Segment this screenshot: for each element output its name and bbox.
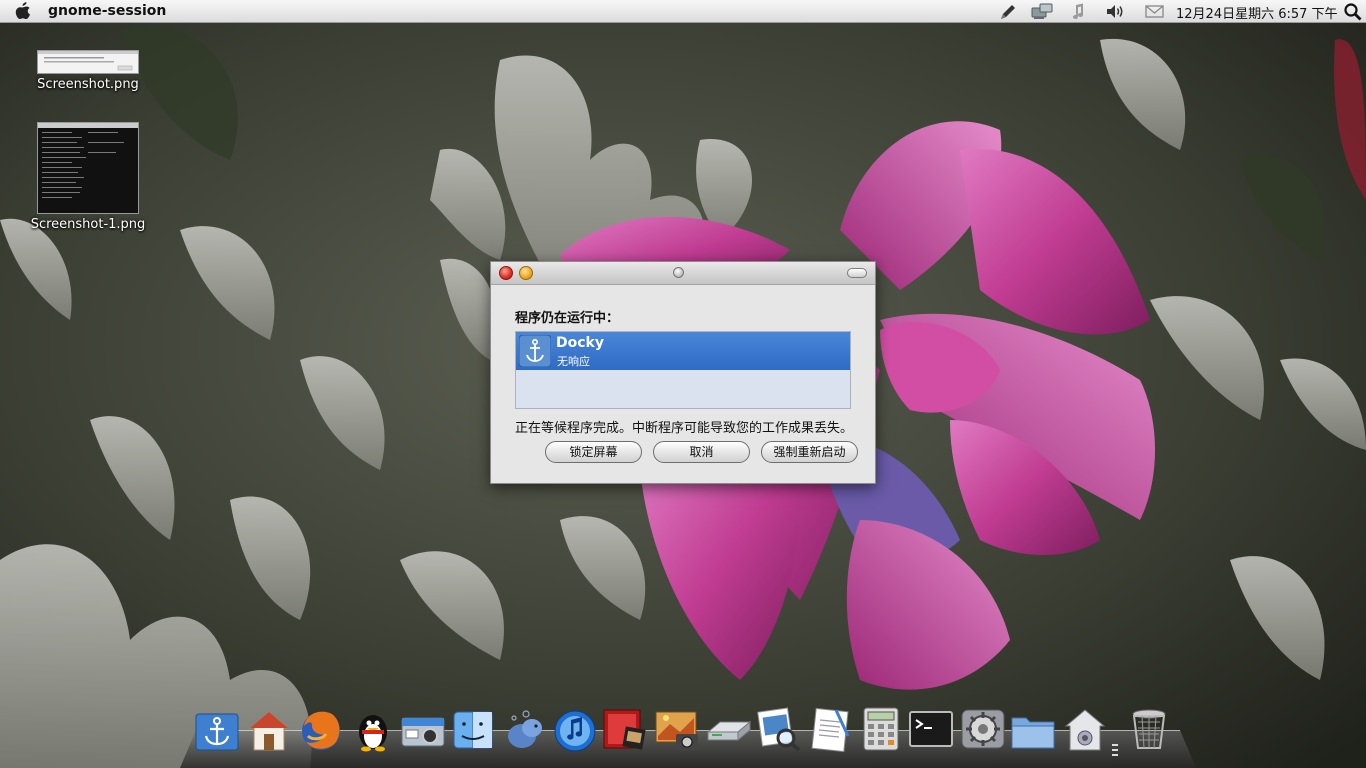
desktop-icon-screenshot-1[interactable]: Screenshot-1.png: [28, 122, 148, 232]
terminal-icon[interactable]: [908, 706, 954, 752]
force-restart-button[interactable]: 强制重新启动: [761, 441, 858, 463]
image-viewer-icon[interactable]: [654, 706, 700, 752]
active-app-title[interactable]: gnome-session: [48, 3, 166, 19]
system-preferences-icon[interactable]: [960, 706, 1006, 752]
lock-screen-button[interactable]: 锁定屏幕: [545, 441, 642, 463]
force-quit-dialog: 程序仍在运行中： Docky 无响应 正在等候程序完成。中断程序可能导致您的工作…: [490, 261, 876, 484]
window-menu-dot[interactable]: [673, 267, 684, 278]
cancel-button[interactable]: 取消: [653, 441, 750, 463]
docky-anchor-icon: [518, 334, 552, 368]
close-button[interactable]: [499, 266, 513, 280]
calculator-icon[interactable]: [858, 706, 904, 752]
network-icon[interactable]: [1030, 2, 1054, 21]
dialog-heading: 程序仍在运行中：: [515, 311, 620, 326]
search-icon[interactable]: [1343, 2, 1363, 21]
image-thumbnail-icon: [37, 122, 139, 214]
minimize-button[interactable]: [519, 266, 533, 280]
text-editor-icon[interactable]: [808, 706, 854, 752]
top-panel: gnome-session 12月24日星期六 6:57 下午: [0, 0, 1366, 23]
volume-icon[interactable]: [1104, 2, 1126, 21]
qq-penguin-icon[interactable]: [350, 706, 396, 752]
video-player-icon[interactable]: [602, 706, 648, 752]
docky-anchor-icon[interactable]: [194, 706, 240, 752]
app-name: Docky: [556, 335, 604, 351]
scanner-icon[interactable]: [706, 706, 752, 752]
pidgin-icon[interactable]: [502, 706, 548, 752]
app-status: 无响应: [557, 355, 590, 368]
toolbar-toggle-button[interactable]: [847, 268, 867, 278]
music-note-icon[interactable]: [1068, 2, 1088, 21]
trash-icon[interactable]: [1126, 706, 1172, 752]
camera-icon[interactable]: [400, 706, 446, 752]
mail-icon[interactable]: [1144, 2, 1166, 21]
preview-icon[interactable]: [756, 706, 802, 752]
home-folder-icon[interactable]: [246, 706, 292, 752]
home-icon[interactable]: [1062, 706, 1108, 752]
desktop-icon-label: Screenshot.png: [37, 77, 139, 92]
desktop-icon-screenshot[interactable]: Screenshot.png: [28, 50, 148, 92]
itunes-icon[interactable]: [552, 706, 598, 752]
dialog-titlebar[interactable]: [491, 262, 875, 285]
image-thumbnail-icon: [37, 50, 139, 74]
dock-separator: [1112, 744, 1118, 758]
clock[interactable]: 12月24日星期六 6:57 下午: [1176, 3, 1338, 22]
list-item[interactable]: Docky 无响应: [516, 332, 850, 370]
pen-icon[interactable]: [998, 2, 1018, 21]
desktop-icon-label: Screenshot-1.png: [30, 217, 146, 232]
dialog-message: 正在等候程序完成。中断程序可能导致您的工作成果丢失。: [515, 421, 854, 436]
apple-logo-icon[interactable]: [10, 1, 36, 21]
finder-icon[interactable]: [450, 706, 496, 752]
running-apps-list[interactable]: Docky 无响应: [515, 331, 851, 409]
firefox-icon[interactable]: [298, 706, 344, 752]
folder-icon[interactable]: [1010, 706, 1056, 752]
